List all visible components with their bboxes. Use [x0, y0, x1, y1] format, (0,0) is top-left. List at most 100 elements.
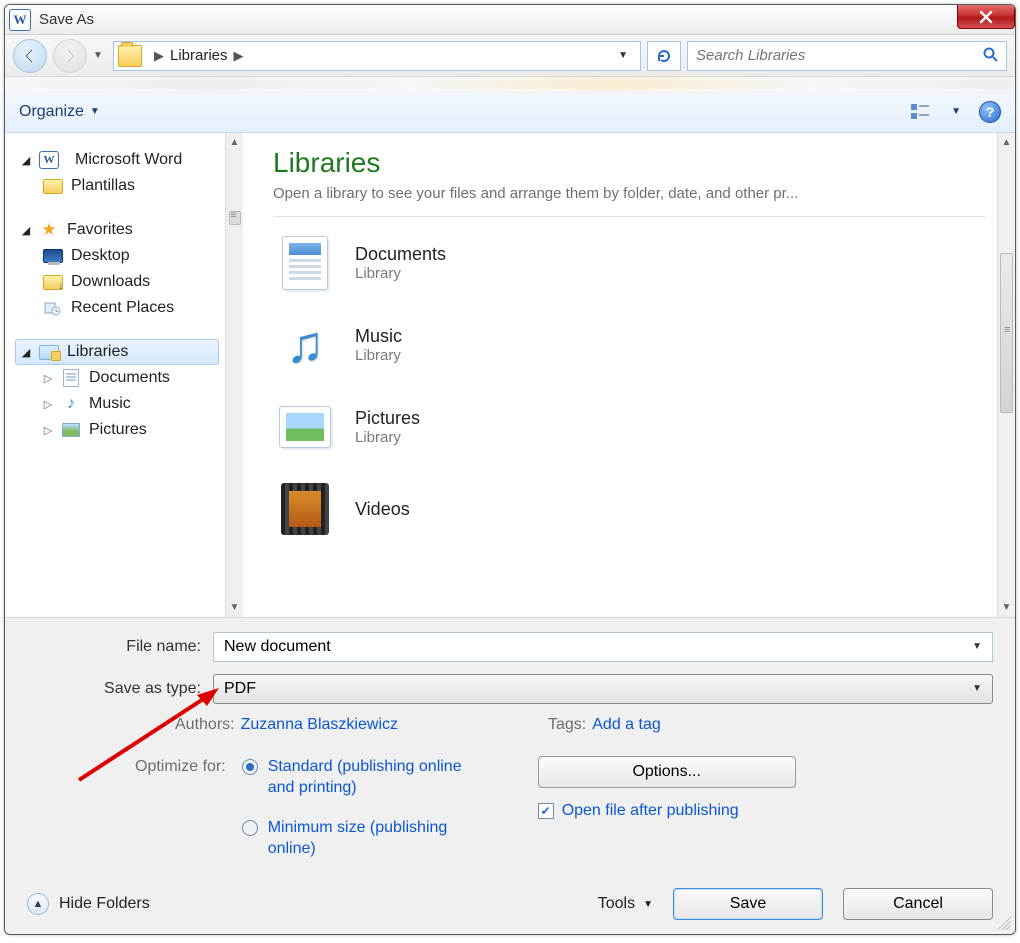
address-dropdown[interactable]: ▼: [610, 50, 636, 61]
music-icon: ♪: [61, 395, 81, 413]
view-options-button[interactable]: [911, 103, 933, 121]
radio-label: Standard (publishing online and printing…: [268, 756, 478, 799]
save-as-type-combobox[interactable]: PDF ▼: [213, 674, 993, 704]
tree-item-documents[interactable]: ▷ Documents: [37, 365, 219, 391]
tree-item-favorites[interactable]: ◢ ★ Favorites: [15, 217, 219, 243]
item-name: Videos: [355, 499, 410, 520]
expander-icon[interactable]: ◢: [21, 154, 31, 167]
tools-label: Tools: [598, 895, 635, 913]
address-bar[interactable]: ▶ Libraries ▶ ▼: [113, 41, 641, 71]
tree-item-pictures[interactable]: ▷ Pictures: [37, 417, 219, 443]
list-item[interactable]: Videos: [273, 481, 985, 537]
back-button[interactable]: [13, 39, 47, 73]
content-scrollbar[interactable]: ▲ ▼: [997, 133, 1015, 617]
item-type: Library: [355, 265, 446, 282]
navigation-pane: ◢ W Microsoft Word Plantillas ◢ ★: [5, 133, 243, 617]
help-button[interactable]: ?: [979, 101, 1001, 123]
chevron-down-icon[interactable]: ▼: [972, 641, 982, 652]
word-icon: W: [39, 151, 59, 169]
view-dropdown[interactable]: ▼: [951, 106, 961, 117]
tree-label: Music: [89, 395, 131, 413]
resize-grip[interactable]: [997, 916, 1011, 930]
list-item[interactable]: Pictures Library: [273, 399, 985, 455]
tree-item-word[interactable]: ◢ W Microsoft Word: [15, 147, 219, 173]
scroll-thumb[interactable]: [229, 211, 241, 225]
titlebar: W Save As: [5, 5, 1015, 35]
expander-icon[interactable]: ▷: [43, 398, 53, 411]
list-item[interactable]: ♫ Music Library: [273, 317, 985, 373]
scroll-up-icon[interactable]: ▲: [998, 133, 1015, 151]
filename-combobox[interactable]: New document ▼: [213, 632, 993, 662]
tree-item-recent[interactable]: Recent Places: [37, 295, 219, 321]
expander-icon[interactable]: ◢: [21, 346, 31, 359]
item-type: Library: [355, 347, 402, 364]
radio-minimum[interactable]: Minimum size (publishing online): [242, 817, 478, 860]
expander-icon[interactable]: ▷: [43, 372, 53, 385]
scroll-down-icon[interactable]: ▼: [226, 599, 243, 617]
tree-item-desktop[interactable]: Desktop: [37, 243, 219, 269]
libraries-icon: [39, 345, 59, 360]
save-button[interactable]: Save: [673, 888, 823, 920]
scroll-thumb[interactable]: [1000, 253, 1013, 413]
search-icon[interactable]: [982, 46, 998, 66]
tree-item-music[interactable]: ▷ ♪ Music: [37, 391, 219, 417]
tree-item-downloads[interactable]: Downloads: [37, 269, 219, 295]
hide-folders-label: Hide Folders: [59, 895, 150, 913]
tree-label: Pictures: [89, 421, 147, 439]
hide-folders-button[interactable]: ▲ Hide Folders: [27, 893, 150, 915]
item-type: Library: [355, 429, 420, 446]
chevron-down-icon: ▼: [643, 899, 653, 910]
organize-menu[interactable]: Organize ▼: [19, 103, 100, 121]
expander-icon[interactable]: ◢: [21, 224, 31, 237]
close-icon: [979, 10, 993, 24]
tree-item-plantillas[interactable]: Plantillas: [37, 173, 219, 199]
chevron-down-icon[interactable]: ▼: [972, 683, 982, 694]
tree-item-libraries[interactable]: ◢ Libraries: [15, 339, 219, 365]
radio-standard[interactable]: Standard (publishing online and printing…: [242, 756, 478, 799]
separator: [273, 216, 985, 217]
organize-label: Organize: [19, 103, 84, 121]
expander-icon[interactable]: ▷: [43, 424, 53, 437]
forward-button[interactable]: [53, 39, 87, 73]
documents-icon: [282, 236, 328, 290]
item-name: Music: [355, 326, 402, 347]
tree-label: Downloads: [71, 273, 150, 291]
content-subtitle: Open a library to see your files and arr…: [273, 185, 985, 202]
filename-label: File name:: [27, 638, 213, 656]
breadcrumb-separator-icon[interactable]: ▶: [234, 48, 244, 64]
tree-label: Libraries: [67, 343, 128, 361]
type-label: Save as type:: [27, 680, 213, 698]
scroll-down-icon[interactable]: ▼: [998, 599, 1015, 617]
tree-label: Desktop: [71, 247, 130, 265]
nav-scrollbar[interactable]: ▲ ▼: [225, 133, 243, 617]
recent-locations-dropdown[interactable]: ▼: [93, 50, 107, 61]
scroll-up-icon[interactable]: ▲: [226, 133, 243, 151]
close-button[interactable]: [957, 5, 1015, 29]
star-icon: ★: [39, 221, 59, 239]
cancel-button[interactable]: Cancel: [843, 888, 993, 920]
search-input[interactable]: [696, 47, 982, 64]
music-icon: ♫: [286, 315, 325, 375]
arrow-right-icon: [62, 48, 78, 64]
open-after-checkbox[interactable]: ✔ Open file after publishing: [538, 802, 796, 820]
recent-icon: [43, 299, 63, 317]
tools-menu[interactable]: Tools ▼: [598, 895, 653, 913]
content-title: Libraries: [273, 147, 985, 179]
list-item[interactable]: Documents Library: [273, 235, 985, 291]
pictures-icon: [279, 406, 331, 448]
search-box[interactable]: [687, 41, 1007, 71]
tree-label: Recent Places: [71, 299, 174, 317]
checkbox-icon: ✔: [538, 803, 554, 819]
radio-icon: [242, 759, 258, 775]
authors-value[interactable]: Zuzanna Blaszkiewicz: [241, 716, 398, 734]
radio-icon: [242, 820, 258, 836]
tree-label: Plantillas: [71, 177, 135, 195]
optimize-label: Optimize for:: [135, 756, 226, 860]
videos-icon: [281, 483, 329, 535]
options-button[interactable]: Options...: [538, 756, 796, 788]
pictures-icon: [62, 423, 80, 437]
chevron-up-icon: ▲: [27, 893, 49, 915]
breadcrumb[interactable]: Libraries: [170, 47, 228, 64]
refresh-button[interactable]: [647, 41, 681, 71]
tags-value[interactable]: Add a tag: [592, 716, 661, 734]
